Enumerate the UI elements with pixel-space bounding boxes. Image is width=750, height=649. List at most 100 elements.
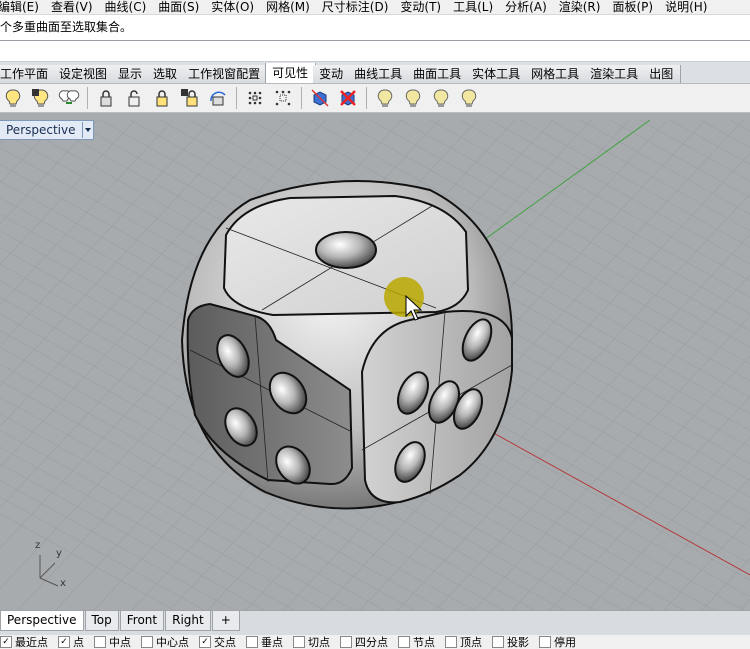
toolbar-tab[interactable]: 渲染工具 [584,65,647,83]
osnap-checkbox[interactable] [445,636,457,648]
menu-item[interactable]: 查看(V) [45,0,99,14]
osnap-checkbox[interactable] [141,636,153,648]
menu-item[interactable]: 面板(P) [606,0,659,14]
viewport-tab[interactable]: Front [119,611,165,631]
toolbar-tab[interactable]: 选取 [147,65,186,83]
toolbar-tab[interactable]: 工作平面 [0,65,57,83]
osnap-label: 中心点 [156,636,189,649]
grid-line [587,436,750,610]
cursor-highlight [384,277,424,317]
osnap-option[interactable]: 投影 [492,635,529,649]
menu-item[interactable]: 尺寸标注(D) [316,0,395,14]
bulb-icon[interactable] [0,85,26,111]
osnap-checkbox[interactable]: ✓ [0,636,12,648]
grid-line [0,120,22,144]
toolbar-separator [87,87,88,109]
osnap-option[interactable]: 垂点 [246,635,283,649]
menu-item[interactable]: 说明(H) [659,0,713,14]
osnap-option[interactable]: 中心点 [141,635,189,649]
toolbar-separator [366,87,367,109]
menu-item[interactable]: 渲染(R) [553,0,607,14]
lock-icon[interactable] [93,85,119,111]
axis-x-label: x [60,578,66,589]
toolbar-tab[interactable]: 曲线工具 [348,65,411,83]
osnap-checkbox[interactable] [340,636,352,648]
toolbar-tab[interactable]: 工作视窗配置 [182,65,269,83]
bulb-multi-icon[interactable] [56,85,82,111]
osnap-option[interactable]: ✓ 最近点 [0,635,48,649]
toolbar-separator [301,87,302,109]
grid-line [670,120,750,610]
grid-line [473,315,750,610]
menu-item[interactable]: 变动(T) [394,0,447,14]
toolbar-tab[interactable]: 可见性 [265,63,317,83]
toolbar-separator [236,87,237,109]
osnap-checkbox[interactable] [398,636,410,648]
bulb-swap-icon[interactable] [28,85,54,111]
osnap-label: 节点 [413,636,435,649]
osnap-option[interactable]: 顶点 [445,635,482,649]
cube-show-icon[interactable] [307,85,333,111]
viewport-menu-arrow-icon[interactable] [81,122,93,138]
bulb-plain-icon[interactable] [372,85,398,111]
grid-line [0,120,60,184]
toolbar-tab[interactable]: 曲面工具 [407,65,470,83]
unlock-icon[interactable] [121,85,147,111]
toolbar-tabs: 工作平面 设定视图 显示 选取 工作视窗配置 可见性 变动 曲线工具 曲面工具 实体工具 网格工具渲… [0,62,750,84]
bulb-plain-icon[interactable] [428,85,454,111]
axis-z-label: z [35,540,41,551]
viewport-tab[interactable]: Top [84,611,119,631]
points-hide-icon[interactable] [270,85,296,111]
osnap-checkbox[interactable] [539,636,551,648]
toolbar-tab[interactable]: 实体工具 [466,65,529,83]
lock-selected-icon[interactable] [149,85,175,111]
osnap-label: 中点 [109,636,131,649]
viewport-tab[interactable]: Right [165,611,211,631]
bulb-plain-icon[interactable] [456,85,482,111]
points-grid-icon[interactable] [242,85,268,111]
toolbar-tab[interactable]: 显示 [112,65,151,83]
osnap-checkbox[interactable] [293,636,305,648]
menu-item[interactable]: 曲线(C) [99,0,153,14]
perspective-viewport[interactable]: z y x Perspective [0,120,750,610]
menu-item[interactable]: 网格(M) [260,0,316,14]
x-axis-line [469,419,750,576]
lock-rotate-icon[interactable] [205,85,231,111]
menu-bar: 编辑(E) 查看(V) 曲线(C) 曲面(S) 实体(O) 网格(M) 尺寸标注(D) 变动(… [0,0,750,15]
menu-item[interactable]: 编辑(E) [0,0,45,14]
grid-line [663,517,750,610]
toolbar-tab[interactable]: 出图 [643,65,682,83]
osnap-option[interactable]: 停用 [539,635,576,649]
osnap-checkbox[interactable]: ✓ [58,636,70,648]
viewport-scene[interactable] [0,120,750,610]
osnap-option[interactable]: ✓ 点 [58,635,84,649]
menu-item[interactable]: 曲面(S) [152,0,205,14]
menu-item[interactable]: 分析(A) [499,0,553,14]
bulb-plain-icon[interactable] [400,85,426,111]
cube-hide-icon[interactable] [335,85,361,111]
viewport-title[interactable]: Perspective [0,120,94,140]
menu-item[interactable]: 工具(L) [447,0,499,14]
add-viewport-button[interactable]: + [211,611,240,631]
osnap-checkbox[interactable]: ✓ [199,636,211,648]
osnap-option[interactable]: 中点 [94,635,131,649]
osnap-option[interactable]: 四分点 [340,635,388,649]
osnap-option[interactable]: 切点 [293,635,330,649]
toolbar-tab[interactable]: 变动 [313,65,352,83]
osnap-option[interactable]: ✓ 交点 [199,635,236,649]
osnap-label: 停用 [554,636,576,649]
osnap-option[interactable]: 节点 [398,635,435,649]
grid-line [579,120,750,215]
toolbar-tab[interactable]: 网格工具 [525,65,588,83]
osnap-label: 交点 [214,636,236,649]
menu-item[interactable]: 实体(O) [205,0,260,14]
dice-model[interactable] [180,180,514,510]
osnap-checkbox[interactable] [246,636,258,648]
command-input[interactable] [0,41,750,62]
lock-swap-icon[interactable] [177,85,203,111]
viewport-tab[interactable]: Perspective [0,611,84,631]
osnap-checkbox[interactable] [492,636,504,648]
toolbar-tab[interactable]: 设定视图 [53,65,116,83]
osnap-label: 垂点 [261,636,283,649]
osnap-checkbox[interactable] [94,636,106,648]
